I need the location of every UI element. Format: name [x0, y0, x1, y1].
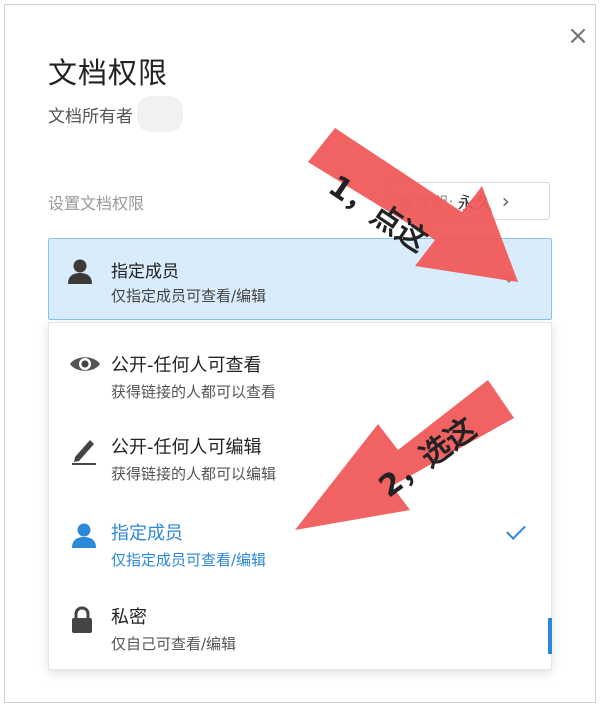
option-public-edit[interactable]: 公开-任何人可编辑 获得链接的人都可以编辑	[49, 409, 553, 489]
option-description: 获得链接的人都可以编辑	[111, 465, 277, 483]
eye-icon	[69, 353, 101, 379]
option-label: 公开-任何人可编辑	[111, 437, 262, 458]
lock-icon	[69, 605, 95, 639]
option-private[interactable]: 私密 仅自己可查看/编辑	[49, 579, 553, 659]
chevron-down-icon[interactable]	[503, 277, 515, 283]
option-description: 仅自己可查看/编辑	[111, 635, 237, 653]
owner-row: 文档所有者	[48, 96, 183, 132]
option-label: 私密	[111, 607, 147, 628]
person-icon	[69, 521, 99, 553]
dialog-title: 文档权限	[48, 56, 169, 90]
close-icon[interactable]: ×	[565, 23, 591, 49]
permission-dropdown-menu: 公开-任何人可查看 获得链接的人都可以查看 公开-任何人可编辑 获得链接的人都可…	[48, 322, 552, 670]
option-description: 获得链接的人都可以查看	[111, 383, 277, 401]
scrollbar[interactable]	[548, 618, 552, 654]
chevron-right-icon: ›	[501, 189, 510, 213]
selected-option-description: 仅指定成员可查看/编辑	[111, 287, 267, 305]
option-public-view[interactable]: 公开-任何人可查看 获得链接的人都可以查看	[49, 327, 553, 407]
option-label: 指定成员	[111, 523, 183, 544]
permission-select[interactable]: 指定成员 仅指定成员可查看/编辑	[48, 238, 552, 320]
validity-value: 永久	[457, 193, 492, 214]
option-label: 公开-任何人可查看	[111, 355, 262, 376]
option-description: 仅指定成员可查看/编辑	[111, 551, 267, 569]
option-specified-members[interactable]: 指定成员 仅指定成员可查看/编辑	[49, 495, 553, 575]
checkmark-icon	[506, 520, 526, 540]
selected-option-label: 指定成员	[111, 262, 179, 282]
pencil-icon	[69, 435, 99, 469]
person-icon	[65, 257, 95, 289]
owner-avatar	[137, 96, 183, 132]
owner-label: 文档所有者	[48, 106, 133, 127]
section-label: 设置文档权限	[48, 194, 145, 213]
